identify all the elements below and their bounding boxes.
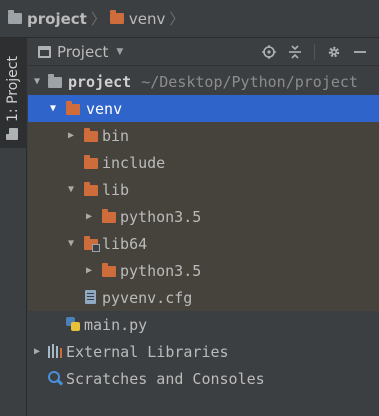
folder-icon [66, 101, 80, 115]
breadcrumb-separator: 〉 [169, 10, 185, 28]
folder-icon [102, 263, 116, 277]
folder-icon [48, 74, 62, 88]
tree-row-project[interactable]: ▼ project ~/Desktop/Python/project [28, 68, 379, 95]
chevron-right-icon[interactable]: ▶ [66, 130, 76, 141]
project-name: project [68, 72, 132, 91]
folder-icon [102, 209, 116, 223]
tree-row-venv[interactable]: ▼ venv [28, 95, 379, 122]
hide-icon[interactable] [353, 45, 367, 59]
breadcrumb-item-project[interactable]: project [8, 10, 87, 28]
tree-label: project ~/Desktop/Python/project [68, 73, 358, 91]
project-path: ~/Desktop/Python/project [141, 72, 358, 91]
libraries-icon [48, 344, 62, 358]
breadcrumb-label: project [27, 9, 87, 28]
folder-icon [84, 128, 98, 142]
settings-icon[interactable] [327, 45, 341, 59]
project-panel: Project ▼ ▼ project ~/Desktop/Python/pro… [28, 38, 379, 416]
tree-label: Scratches and Consoles [66, 369, 265, 388]
chevron-down-icon[interactable]: ▼ [66, 238, 76, 249]
stripe-tab-label: 1: Project [5, 56, 21, 122]
breadcrumb: project 〉 venv 〉 [0, 0, 379, 38]
folder-icon [8, 128, 18, 140]
folder-icon [8, 10, 22, 24]
tool-window-stripe: 1: Project [0, 38, 27, 416]
tree-row-lib64-python[interactable]: ▶ python3.5 [28, 257, 379, 284]
toolbar-divider [314, 43, 315, 60]
tree-label: python3.5 [120, 261, 202, 280]
tree-row-bin[interactable]: ▶ bin [28, 122, 379, 149]
tree-row-pyvenv[interactable]: pyvenv.cfg [28, 284, 379, 311]
view-label: Project [57, 42, 109, 61]
python-file-icon [66, 317, 80, 331]
panel-header: Project ▼ [28, 38, 379, 66]
folder-link-icon [84, 236, 100, 252]
project-view-icon [38, 45, 51, 58]
tree-label: include [102, 153, 166, 172]
project-stripe-tab[interactable]: 1: Project [0, 38, 27, 148]
project-tool-window: project 〉 venv 〉 1: Project Project ▼ ▼ … [0, 0, 379, 416]
collapse-all-icon[interactable] [288, 44, 302, 59]
chevron-down-icon[interactable]: ▼ [32, 76, 42, 87]
tree-label: lib64 [102, 234, 148, 253]
scratches-icon [48, 371, 64, 387]
tree-label: External Libraries [66, 342, 229, 361]
tree-label: bin [102, 126, 130, 145]
chevron-down-icon[interactable]: ▼ [48, 103, 58, 114]
folder-icon [84, 155, 98, 169]
tree-label: main.py [84, 315, 148, 334]
chevron-right-icon[interactable]: ▶ [84, 211, 94, 222]
tree-row-scratches[interactable]: Scratches and Consoles [28, 365, 379, 392]
tree-row-include[interactable]: include [28, 149, 379, 176]
view-selector[interactable]: Project ▼ [38, 43, 123, 61]
chevron-right-icon[interactable]: ▶ [32, 346, 42, 357]
breadcrumb-item-venv[interactable]: venv [109, 9, 166, 28]
tree-label: lib [102, 180, 130, 199]
tree-row-main[interactable]: main.py [28, 311, 379, 338]
tree-row-lib-python[interactable]: ▶ python3.5 [28, 203, 379, 230]
breadcrumb-label: venv [128, 9, 166, 28]
project-tree: ▼ project ~/Desktop/Python/project ▼ venv… [28, 68, 379, 392]
chevron-down-icon: ▼ [116, 46, 124, 57]
breadcrumb-separator: 〉 [90, 10, 106, 28]
chevron-down-icon[interactable]: ▼ [66, 184, 76, 195]
tree-row-external-libraries[interactable]: ▶ External Libraries [28, 338, 379, 365]
folder-icon [109, 10, 124, 24]
tree-label: venv [86, 99, 123, 118]
tree-label: pyvenv.cfg [102, 288, 193, 307]
tree-row-lib[interactable]: ▼ lib [28, 176, 379, 203]
tree-label: python3.5 [120, 207, 202, 226]
locate-icon[interactable] [262, 44, 276, 59]
config-file-icon [85, 290, 96, 304]
chevron-right-icon[interactable]: ▶ [84, 265, 94, 276]
folder-icon [84, 182, 98, 196]
tree-row-lib64[interactable]: ▼ lib64 [28, 230, 379, 257]
